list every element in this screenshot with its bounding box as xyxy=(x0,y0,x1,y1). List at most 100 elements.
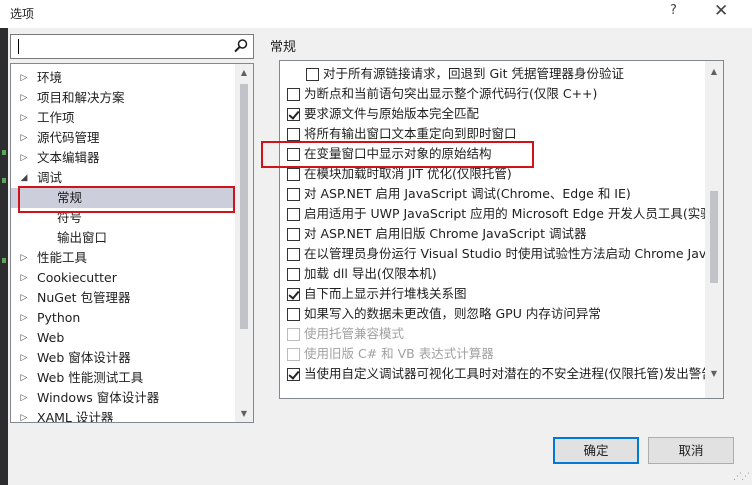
highlight-box-tree xyxy=(18,186,235,213)
option-row: 使用托管兼容模式 xyxy=(280,324,705,344)
option-checkbox xyxy=(287,328,300,341)
tree-item[interactable]: ▷ Cookiecutter xyxy=(11,268,235,288)
option-checkbox[interactable] xyxy=(287,208,300,221)
editor-marker xyxy=(2,178,6,183)
option-checkbox[interactable] xyxy=(287,128,300,141)
option-row[interactable]: 加载 dll 导出(仅限本机) xyxy=(280,264,705,284)
option-checkbox[interactable] xyxy=(306,68,319,81)
tree-scroll-thumb[interactable] xyxy=(240,84,248,329)
option-label: 在以管理员身份运行 Visual Studio 时使用试验性方法启动 Chrom… xyxy=(304,246,705,261)
text-caret xyxy=(18,39,19,54)
option-checkbox xyxy=(287,348,300,361)
option-checkbox[interactable] xyxy=(287,108,300,121)
expand-arrow-icon[interactable]: ▷ xyxy=(19,388,29,408)
cancel-button[interactable]: 取消 xyxy=(648,437,734,464)
tree-item[interactable]: ▷ Web xyxy=(11,328,235,348)
tree-item[interactable]: ▷ Web 窗体设计器 xyxy=(11,348,235,368)
tree-item[interactable]: ▷ 文本编辑器 xyxy=(11,148,235,168)
tree-item[interactable]: ▷ 源代码管理 xyxy=(11,128,235,148)
tree-item[interactable]: ▷ Python xyxy=(11,308,235,328)
tree-scrollbar[interactable]: ▲ ▼ xyxy=(235,64,253,422)
option-checkbox[interactable] xyxy=(287,268,300,281)
expand-arrow-icon[interactable]: ▷ xyxy=(19,288,29,308)
option-row: 使用旧版 C# 和 VB 表达式计算器 xyxy=(280,344,705,364)
tree-item-label: 性能工具 xyxy=(37,250,88,265)
search-icon[interactable] xyxy=(233,38,249,54)
scroll-down-arrow[interactable]: ▼ xyxy=(235,409,253,418)
expand-arrow-icon[interactable]: ▷ xyxy=(19,88,29,108)
options-list[interactable]: 对于所有源链接请求，回退到 Git 凭据管理器身份验证为断点和当前语句突出显示整… xyxy=(279,60,724,399)
tree-item[interactable]: ▷ Web 性能测试工具 xyxy=(11,368,235,388)
tree-item-label: 项目和解决方案 xyxy=(37,90,125,105)
tree-item[interactable]: ▷ XAML 设计器 xyxy=(11,408,235,423)
option-row[interactable]: 为断点和当前语句突出显示整个源代码行(仅限 C++) xyxy=(280,84,705,104)
option-label: 加载 dll 导出(仅限本机) xyxy=(304,266,437,281)
tree-item[interactable]: ▷ 环境 xyxy=(11,68,235,88)
tree-item[interactable]: ▷ Windows 窗体设计器 xyxy=(11,388,235,408)
help-button[interactable]: ? xyxy=(670,3,677,18)
title-bar: 选项 ? ✕ xyxy=(0,0,752,28)
option-label: 如果写入的数据未更改值，则忽略 GPU 内存访问异常 xyxy=(304,306,601,321)
expand-arrow-icon[interactable]: ▷ xyxy=(19,108,29,128)
tree-item-label: Python xyxy=(37,310,81,325)
expand-arrow-icon[interactable]: ▷ xyxy=(19,268,29,288)
option-row[interactable]: 如果写入的数据未更改值，则忽略 GPU 内存访问异常 xyxy=(280,304,705,324)
option-label: 启用适用于 UWP JavaScript 应用的 Microsoft Edge … xyxy=(304,206,705,221)
expand-arrow-icon[interactable]: ▷ xyxy=(19,308,29,328)
expand-arrow-icon[interactable]: ▷ xyxy=(19,148,29,168)
scroll-up-arrow[interactable]: ▲ xyxy=(705,67,723,76)
resize-grip-icon[interactable]: ⋰⋰ xyxy=(733,472,750,482)
options-scrollbar[interactable]: ▲ ▼ xyxy=(705,61,723,398)
expand-arrow-icon[interactable]: ▷ xyxy=(19,248,29,268)
tree-item[interactable]: ▷ NuGet 包管理器 xyxy=(11,288,235,308)
option-row[interactable]: 启用适用于 UWP JavaScript 应用的 Microsoft Edge … xyxy=(280,204,705,224)
option-row[interactable]: 要求源文件与原始版本完全匹配 xyxy=(280,104,705,124)
option-row[interactable]: 当使用自定义调试器可视化工具时对潜在的不安全进程(仅限托管)发出警告 xyxy=(280,364,705,384)
tree-item-label: Web xyxy=(37,330,65,345)
expand-arrow-icon[interactable]: ▷ xyxy=(19,348,29,368)
option-checkbox[interactable] xyxy=(287,188,300,201)
expand-arrow-icon[interactable]: ▷ xyxy=(19,68,29,88)
option-label: 当使用自定义调试器可视化工具时对潜在的不安全进程(仅限托管)发出警告 xyxy=(304,366,705,381)
tree-item[interactable]: ▷ 项目和解决方案 xyxy=(11,88,235,108)
expand-arrow-icon[interactable]: ▷ xyxy=(19,128,29,148)
expand-arrow-icon[interactable]: ▷ xyxy=(19,408,29,422)
expand-arrow-icon[interactable]: ▷ xyxy=(19,328,29,348)
options-tree[interactable]: ▷ 环境 ▷ 项目和解决方案 ▷ 工作项 ▷ 源代码管理 ▷ 文本编辑器 ◢ 调试 常规 符号 输出窗口 ▷ 性… xyxy=(10,63,254,423)
option-checkbox[interactable] xyxy=(287,168,300,181)
option-checkbox[interactable] xyxy=(287,308,300,321)
search-input[interactable] xyxy=(10,34,254,59)
options-scroll-thumb[interactable] xyxy=(710,191,718,283)
collapse-arrow-icon[interactable]: ◢ xyxy=(19,168,29,188)
option-label: 使用托管兼容模式 xyxy=(304,326,405,341)
option-label: 要求源文件与原始版本完全匹配 xyxy=(304,106,480,121)
option-label: 使用旧版 C# 和 VB 表达式计算器 xyxy=(304,346,494,361)
background-editor-strip xyxy=(0,28,8,485)
option-label: 为断点和当前语句突出显示整个源代码行(仅限 C++) xyxy=(304,86,598,101)
scroll-up-arrow[interactable]: ▲ xyxy=(235,68,253,77)
window-title: 选项 xyxy=(10,7,35,21)
option-label: 对 ASP.NET 启用旧版 Chrome JavaScript 调试器 xyxy=(304,226,587,241)
close-button[interactable]: ✕ xyxy=(714,1,728,21)
expand-arrow-icon[interactable]: ▷ xyxy=(19,368,29,388)
tree-item-label: 调试 xyxy=(37,170,63,185)
option-row[interactable]: 对于所有源链接请求，回退到 Git 凭据管理器身份验证 xyxy=(280,64,705,84)
scroll-down-arrow[interactable]: ▼ xyxy=(705,369,723,378)
tree-item[interactable]: 输出窗口 xyxy=(11,228,235,248)
ok-button[interactable]: 确定 xyxy=(553,437,639,464)
tree-item[interactable]: ◢ 调试 xyxy=(11,168,235,188)
tree-item-label: XAML 设计器 xyxy=(37,410,114,423)
option-checkbox[interactable] xyxy=(287,248,300,261)
option-row[interactable]: 在以管理员身份运行 Visual Studio 时使用试验性方法启动 Chrom… xyxy=(280,244,705,264)
option-checkbox[interactable] xyxy=(287,88,300,101)
option-row[interactable]: 自下而上显示并行堆栈关系图 xyxy=(280,284,705,304)
option-label: 对 ASP.NET 启用 JavaScript 调试(Chrome、Edge 和… xyxy=(304,186,631,201)
tree-item[interactable]: ▷ 性能工具 xyxy=(11,248,235,268)
tree-item[interactable]: ▷ 工作项 xyxy=(11,108,235,128)
option-checkbox[interactable] xyxy=(287,288,300,301)
option-row[interactable]: 对 ASP.NET 启用 JavaScript 调试(Chrome、Edge 和… xyxy=(280,184,705,204)
option-row[interactable]: 对 ASP.NET 启用旧版 Chrome JavaScript 调试器 xyxy=(280,224,705,244)
option-checkbox[interactable] xyxy=(287,228,300,241)
tree-item-label: Windows 窗体设计器 xyxy=(37,390,160,405)
option-checkbox[interactable] xyxy=(287,368,300,381)
